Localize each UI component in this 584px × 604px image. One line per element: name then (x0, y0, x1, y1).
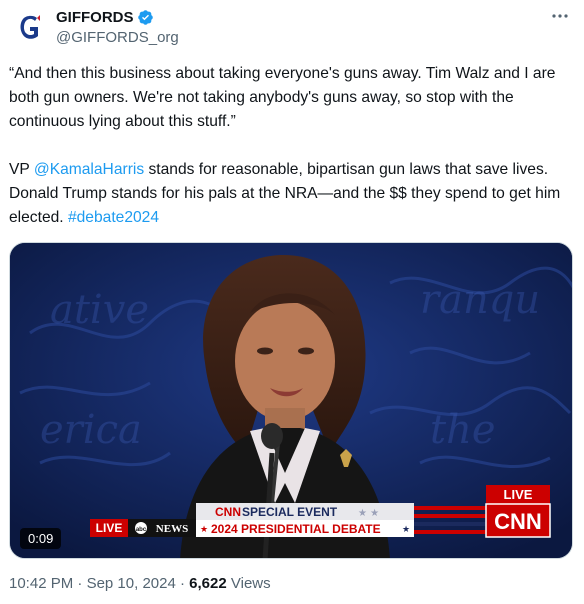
giffords-logo-icon (20, 15, 40, 39)
tweet-body: VP @KamalaHarris stands for reasonable, … (9, 158, 575, 230)
meta-separator: · (179, 575, 185, 592)
chyron-live-left: LIVE (96, 521, 123, 535)
chyron-special-event: SPECIAL EVENT (242, 505, 338, 519)
mention-link[interactable]: @KamalaHarris (34, 161, 144, 178)
meta-separator: · (77, 575, 83, 592)
svg-text:erica: erica (40, 407, 142, 453)
author-handle[interactable]: @GIFFORDS_org (56, 29, 179, 46)
svg-text:★ ★: ★ ★ (358, 508, 379, 519)
svg-text:★: ★ (402, 525, 410, 535)
tweet-time[interactable]: 10:42 PM (9, 575, 73, 592)
hashtag-link[interactable]: #debate2024 (68, 209, 159, 226)
svg-text:the: the (430, 407, 496, 453)
svg-text:abc: abc (136, 527, 147, 533)
verified-badge-icon (137, 9, 153, 25)
tweet-quote: “And then this business about taking eve… (9, 65, 556, 130)
chyron-debate-title: 2024 PRESIDENTIAL DEBATE (211, 522, 381, 536)
chyron-brand: CNN (215, 505, 241, 519)
more-options-button[interactable] (548, 6, 572, 26)
chyron-network-left: NEWS (156, 523, 188, 535)
tweet-meta: 10:42 PM · Sep 10, 2024 · 6,622 Views (9, 575, 271, 592)
chyron-live-right: LIVE (504, 487, 533, 502)
more-horizontal-icon (552, 14, 568, 18)
tweet-body-prefix: VP (9, 161, 34, 178)
video-player[interactable]: ative ranqu erica the LIVE abc NEWS CNN … (9, 242, 573, 559)
video-frame: ative ranqu erica the LIVE abc NEWS CNN … (10, 243, 572, 558)
tweet-header: GIFFORDS @GIFFORDS_org (0, 0, 584, 60)
svg-text:ranqu: ranqu (420, 277, 540, 323)
views-count[interactable]: 6,622 (189, 575, 227, 592)
cnn-logo: CNN (494, 509, 542, 534)
views-label: Views (230, 575, 271, 592)
svg-text:★: ★ (200, 525, 208, 535)
video-duration: 0:09 (20, 528, 62, 549)
svg-text:ative: ative (50, 287, 149, 333)
avatar[interactable] (10, 7, 50, 47)
tweet-date[interactable]: Sep 10, 2024 (87, 575, 176, 592)
author-name[interactable]: GIFFORDS (56, 9, 134, 26)
tweet-text: “And then this business about taking eve… (9, 62, 575, 230)
